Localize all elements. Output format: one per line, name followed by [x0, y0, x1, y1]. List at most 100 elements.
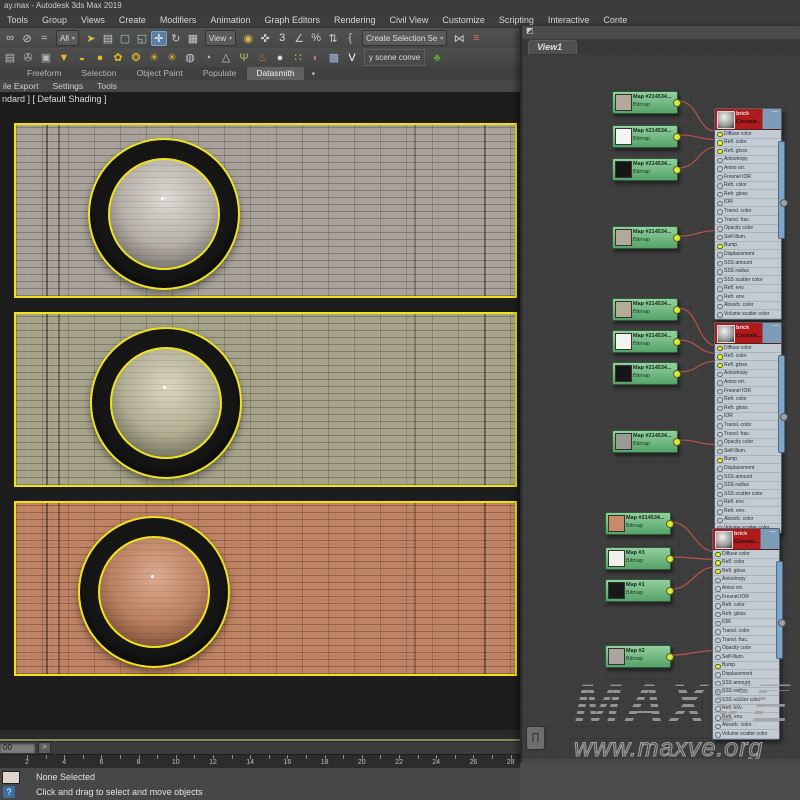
vray-icon[interactable]: V [344, 50, 360, 65]
slot-absorb-color[interactable]: Absorb. color [713, 722, 779, 731]
frame-number-field[interactable]: 00 [0, 743, 35, 753]
geosphere-icon[interactable]: ◍ [182, 50, 198, 65]
slot-transl-color[interactable]: Transl. color [715, 207, 781, 216]
render-setup-icon[interactable]: ▩ [326, 50, 342, 65]
ribbon-tab-freeform[interactable]: Freeform [18, 67, 70, 80]
bitmap-output-dot[interactable] [666, 653, 674, 661]
selection-set-dropdown[interactable]: Create Selection Se▾ [362, 30, 447, 46]
slot-refr-gloss[interactable]: Refr. gloss [713, 610, 779, 619]
slot-self-illum-[interactable]: Self-Illum. [715, 447, 781, 456]
bitmap-node-5[interactable]: Map #214534...Bitmap [612, 298, 678, 321]
slot-refl-color[interactable]: Refl. color [715, 353, 781, 362]
material-node-title[interactable]: brickCzonale...— [713, 529, 779, 550]
move-icon[interactable]: ✛ [151, 31, 167, 46]
material-node-2[interactable]: brickCzonale...—Diffuse colorRefl. color… [714, 322, 782, 534]
slot-sss-radius[interactable]: SSS radius [713, 688, 779, 697]
slot-input-dot[interactable] [717, 252, 723, 258]
select-object-icon[interactable]: ➤ [83, 31, 99, 46]
slot-input-dot[interactable] [715, 706, 721, 712]
slot-input-dot[interactable] [717, 354, 723, 360]
bitmap-output-dot[interactable] [666, 555, 674, 563]
bitmap-node-8[interactable]: Map #214534...Bitmap [612, 430, 678, 453]
slot-input-dot[interactable] [715, 586, 721, 592]
slot-input-dot[interactable] [717, 183, 723, 189]
slot-input-dot[interactable] [715, 732, 721, 738]
slot-aniso-rot-[interactable]: Aniso rot. [715, 164, 781, 173]
slot-sss-amount[interactable]: SSS amount [715, 473, 781, 482]
preview-sphere[interactable] [110, 347, 222, 459]
slot-input-dot[interactable] [717, 432, 723, 438]
slot-input-dot[interactable] [717, 372, 723, 378]
ribbon-overflow-icon[interactable]: ▾ [312, 70, 316, 80]
slot-input-dot[interactable] [715, 638, 721, 644]
slot-input-dot[interactable] [715, 569, 721, 575]
bitmap-output-dot[interactable] [673, 438, 681, 446]
slot-input-dot[interactable] [715, 664, 721, 670]
slot-input-dot[interactable] [717, 235, 723, 241]
slot-refr-gloss[interactable]: Refr. gloss [715, 404, 781, 413]
slot-aniso-rot-[interactable]: Aniso rot. [715, 378, 781, 387]
menu-civil-view[interactable]: Civil View [383, 15, 436, 25]
slot-sss-amount[interactable]: SSS amount [713, 679, 779, 688]
viewport[interactable]: ndard ] [ Default Shading ] [0, 92, 522, 730]
menu-interactive[interactable]: Interactive [541, 15, 597, 25]
coordsys-dropdown[interactable]: View▾ [205, 30, 236, 46]
material-sphere-icon[interactable]: ● [272, 50, 288, 65]
slot-input-dot[interactable] [717, 278, 723, 284]
slot-self-illum-[interactable]: Self-Illum. [713, 653, 779, 662]
slot-input-dot[interactable] [717, 192, 723, 198]
slot-input-dot[interactable] [715, 724, 721, 730]
slot-transl-frac-[interactable]: Transl. frac. [715, 430, 781, 439]
slate-icon[interactable]: ▤ [2, 50, 18, 65]
slot-refr-env-[interactable]: Refr. env. [713, 713, 779, 722]
slot-refl-env-[interactable]: Refl. env. [715, 499, 781, 508]
bitmap-node-6[interactable]: Map #214534...Bitmap [612, 330, 678, 353]
slot-bump[interactable]: Bump [713, 662, 779, 671]
slot-transl-color[interactable]: Transl. color [713, 627, 779, 636]
slot-bump[interactable]: Bump [715, 242, 781, 251]
shortcut-override-icon[interactable]: { [342, 31, 358, 46]
slot-input-dot[interactable] [717, 500, 723, 506]
film-camera-icon[interactable]: ✇ [20, 50, 36, 65]
select-and-link-icon[interactable]: ∞ [2, 31, 18, 46]
slot-volume-scatter-color[interactable]: Volume scatter color [715, 310, 781, 319]
sphere-light-icon[interactable]: ● [92, 50, 108, 65]
slot-refr-color[interactable]: Refr. color [715, 396, 781, 405]
material-preview-middle[interactable] [14, 312, 517, 487]
viewport-label[interactable]: ndard ] [ Default Shading ] [2, 94, 107, 104]
slot-fresnel-ior[interactable]: Fresnel IOR [715, 173, 781, 182]
color-dots-icon[interactable]: ∷ [290, 50, 306, 65]
collapse-icon[interactable]: — [772, 323, 778, 329]
bitmap-output-dot[interactable] [673, 133, 681, 141]
slot-refl-gloss[interactable]: Refl. gloss [715, 147, 781, 156]
next-frame-button[interactable]: > [38, 742, 51, 754]
slot-input-dot[interactable] [717, 286, 723, 292]
bitmap-output-dot[interactable] [673, 338, 681, 346]
slot-transl-frac-[interactable]: Transl. frac. [715, 216, 781, 225]
rotate-icon[interactable]: ↻ [168, 31, 184, 46]
bitmap-node-10[interactable]: Map #3Bitmap [605, 547, 671, 570]
slot-input-dot[interactable] [717, 295, 723, 301]
quickbar-tools[interactable]: Tools [97, 81, 117, 91]
torus-ring[interactable] [78, 516, 230, 668]
slot-input-dot[interactable] [717, 389, 723, 395]
slot-ior[interactable]: IOR [715, 413, 781, 422]
slot-displacement[interactable]: Displacement [715, 464, 781, 473]
ribbon-tab-populate[interactable]: Populate [194, 67, 246, 80]
material-node-title[interactable]: brickCzonale...— [715, 109, 781, 130]
material-output-dot[interactable] [780, 413, 788, 421]
slot-input-dot[interactable] [717, 466, 723, 472]
slot-sss-radius[interactable]: SSS radius [715, 268, 781, 277]
angle-snap-icon[interactable]: ∠ [291, 31, 307, 46]
bitmap-node-1[interactable]: Map #214534...Bitmap [612, 91, 678, 114]
slot-diffuse-color[interactable]: Diffuse color [715, 344, 781, 353]
slot-input-dot[interactable] [717, 166, 723, 172]
material-node-1[interactable]: brickCzonale...—Diffuse colorRefl. color… [714, 108, 782, 320]
menu-graph-editors[interactable]: Graph Editors [257, 15, 327, 25]
quickbar-settings[interactable]: Settings [52, 81, 83, 91]
slot-input-dot[interactable] [715, 655, 721, 661]
slot-fresnel-ior[interactable]: Fresnel IOR [713, 593, 779, 602]
slot-opacity-color[interactable]: Opacity color [713, 645, 779, 654]
slot-input-dot[interactable] [717, 175, 723, 181]
slot-input-dot[interactable] [717, 458, 723, 464]
